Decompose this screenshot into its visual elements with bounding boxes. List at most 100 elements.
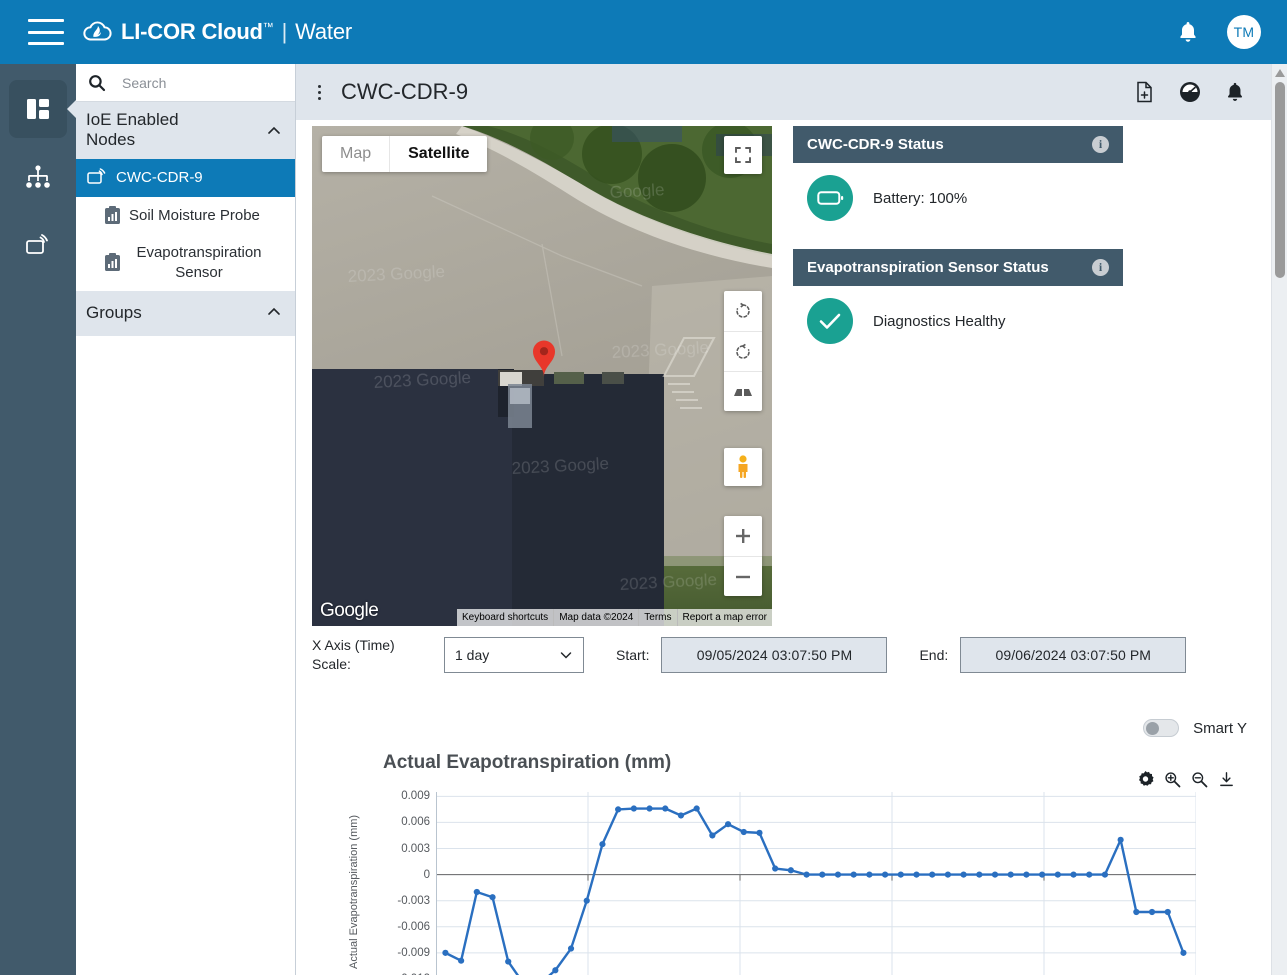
x-axis-label-line1: X Axis (Time): [312, 637, 395, 653]
scrollbar-thumb[interactable]: [1274, 82, 1285, 278]
search-icon[interactable]: [88, 74, 106, 92]
rail-item-devices[interactable]: [9, 216, 67, 274]
zoom-in-icon[interactable]: [1164, 771, 1181, 788]
chart[interactable]: Actual Evapotranspiration (mm) 0.009 0.00…: [312, 790, 1262, 975]
fullscreen-icon[interactable]: [724, 136, 762, 174]
sidebar-section-groups[interactable]: Groups: [76, 291, 295, 336]
sidebar-section-ioe-enabled-nodes[interactable]: IoE Enabled Nodes: [76, 102, 295, 159]
data-point[interactable]: [677, 812, 685, 819]
data-point[interactable]: [834, 871, 842, 878]
data-point[interactable]: [1101, 871, 1109, 878]
hamburger-icon[interactable]: [28, 19, 64, 45]
data-point[interactable]: [1054, 871, 1061, 878]
data-point[interactable]: [1086, 871, 1093, 878]
more-vertical-icon[interactable]: [318, 84, 321, 100]
data-point[interactable]: [552, 967, 559, 974]
scale-select[interactable]: 1 day: [444, 636, 584, 673]
data-point[interactable]: [991, 871, 999, 878]
map-attrib-report-error[interactable]: Report a map error: [676, 609, 772, 626]
rail-item-dashboard[interactable]: [9, 80, 78, 138]
bell-icon[interactable]: [1177, 20, 1199, 44]
status-card-node: CWC-CDR-9 Status i Battery: 100%: [793, 126, 1123, 227]
data-point[interactable]: [976, 871, 983, 878]
data-point[interactable]: [787, 867, 794, 874]
add-document-icon[interactable]: [1135, 81, 1155, 103]
data-point[interactable]: [442, 949, 449, 956]
data-point[interactable]: [960, 871, 967, 878]
map-type-switch[interactable]: Map Satellite: [322, 136, 488, 172]
data-point[interactable]: [897, 871, 904, 878]
data-point[interactable]: [630, 805, 637, 812]
chevron-up-icon[interactable]: [267, 305, 281, 319]
data-point[interactable]: [1180, 949, 1187, 956]
data-point[interactable]: [803, 871, 810, 878]
map-attrib-keyboard-shortcuts[interactable]: Keyboard shortcuts: [457, 609, 553, 626]
vertical-scrollbar[interactable]: [1271, 64, 1287, 975]
data-point[interactable]: [1117, 836, 1124, 843]
sidebar-item-soil-moisture-probe[interactable]: Soil Moisture Probe: [76, 197, 295, 235]
bell-icon[interactable]: [1225, 81, 1245, 103]
data-point[interactable]: [756, 829, 763, 836]
data-point[interactable]: [1148, 908, 1156, 916]
end-date-field[interactable]: 09/06/2024 03:07:50 PM: [960, 636, 1187, 673]
start-date-label: Start:: [616, 646, 650, 663]
data-point[interactable]: [458, 957, 465, 964]
tilt-icon[interactable]: [724, 371, 762, 411]
rotate-clockwise-icon[interactable]: [724, 291, 762, 331]
data-point[interactable]: [693, 805, 700, 812]
data-point[interactable]: [819, 871, 826, 878]
data-point[interactable]: [473, 888, 480, 896]
data-point[interactable]: [505, 958, 512, 965]
data-point[interactable]: [615, 806, 622, 813]
rail-item-network[interactable]: [9, 148, 67, 206]
data-point[interactable]: [881, 871, 889, 878]
chevron-up-icon[interactable]: [267, 124, 281, 138]
data-point[interactable]: [1070, 871, 1077, 878]
rotate-counterclockwise-icon[interactable]: [724, 331, 762, 371]
sidebar-item-evapotranspiration-sensor[interactable]: Evapotranspiration Sensor: [76, 234, 295, 291]
scroll-up-arrow-icon[interactable]: [1272, 64, 1287, 82]
chart-toolbar: [1137, 771, 1235, 788]
data-point[interactable]: [740, 828, 747, 836]
gauge-icon[interactable]: [1179, 81, 1201, 103]
data-point[interactable]: [850, 871, 857, 878]
data-point[interactable]: [913, 871, 920, 878]
data-point[interactable]: [646, 805, 653, 812]
data-point[interactable]: [944, 871, 951, 878]
sidebar-item-cwc-cdr-9[interactable]: CWC-CDR-9: [76, 158, 295, 197]
data-point[interactable]: [724, 821, 732, 828]
download-icon[interactable]: [1218, 771, 1235, 788]
y-tick-label: -0.009: [397, 946, 430, 959]
data-point[interactable]: [929, 871, 936, 878]
zoom-out-icon[interactable]: [724, 556, 762, 596]
map[interactable]: 2023 Google Google 2023 Google 2023 Goog…: [312, 126, 772, 626]
settings-gear-icon[interactable]: [1137, 771, 1154, 788]
data-point[interactable]: [583, 897, 590, 904]
data-point[interactable]: [662, 805, 669, 812]
data-point[interactable]: [1164, 908, 1171, 916]
map-attrib-terms[interactable]: Terms: [638, 609, 676, 626]
info-icon[interactable]: i: [1092, 136, 1109, 153]
data-point[interactable]: [567, 945, 575, 952]
data-point[interactable]: [709, 832, 716, 839]
start-date-field[interactable]: 09/05/2024 03:07:50 PM: [661, 636, 888, 673]
data-point[interactable]: [489, 894, 496, 901]
data-point[interactable]: [1133, 908, 1140, 916]
data-point[interactable]: [772, 865, 779, 872]
info-icon[interactable]: i: [1092, 259, 1109, 276]
plot-area[interactable]: [436, 792, 1196, 975]
location-pin-marker[interactable]: [530, 338, 558, 383]
data-point[interactable]: [599, 841, 606, 848]
avatar[interactable]: TM: [1227, 15, 1261, 49]
map-type-map-button[interactable]: Map: [322, 136, 389, 172]
search-input[interactable]: [120, 73, 270, 92]
data-point[interactable]: [1039, 871, 1046, 878]
data-point[interactable]: [1023, 871, 1030, 878]
data-point[interactable]: [866, 871, 873, 878]
zoom-out-icon[interactable]: [1191, 771, 1208, 788]
zoom-in-icon[interactable]: [724, 516, 762, 556]
map-type-satellite-button[interactable]: Satellite: [389, 136, 487, 172]
smart-y-toggle[interactable]: [1143, 719, 1180, 737]
pegman-streetview-icon[interactable]: [724, 448, 762, 486]
data-point[interactable]: [1007, 871, 1014, 878]
